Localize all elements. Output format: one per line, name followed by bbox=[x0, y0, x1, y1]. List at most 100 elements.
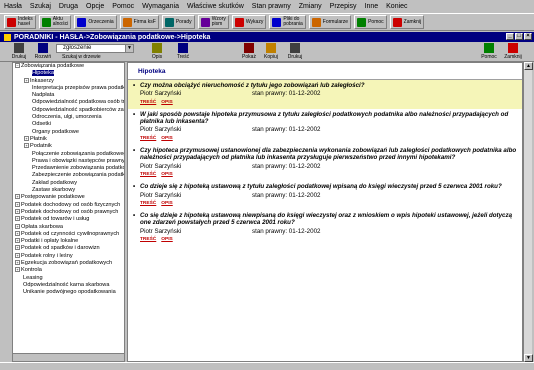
doc-toolbar-button[interactable]: Drukuj bbox=[282, 43, 308, 61]
tree-expander-icon[interactable]: + bbox=[24, 143, 29, 149]
tree-node[interactable]: Interpretacja przepisów prawa podatkoweg… bbox=[13, 85, 124, 92]
opis-link[interactable]: OPIS bbox=[161, 237, 172, 242]
doc-toolbar-button[interactable]: Treść bbox=[170, 43, 196, 61]
menu-item[interactable]: Stan prawny bbox=[252, 3, 291, 10]
scroll-down-arrow[interactable]: ▼ bbox=[524, 354, 533, 362]
tree-node[interactable]: Zakład podatkowy bbox=[13, 180, 124, 187]
tree-node[interactable]: + Podatek dochodowy od osób fizycznych bbox=[13, 202, 124, 209]
tree-expander-icon[interactable]: + bbox=[15, 252, 20, 258]
tree-node[interactable]: + Płatnik bbox=[13, 136, 124, 143]
tree-node[interactable]: Zastaw skarbowy bbox=[13, 187, 124, 194]
opis-link[interactable]: OPIS bbox=[161, 100, 172, 105]
tree-node[interactable]: Organy podatkowe bbox=[13, 129, 124, 136]
tree-expander-icon[interactable]: + bbox=[24, 135, 29, 141]
tree-node[interactable]: + Opłata skarbowa bbox=[13, 224, 124, 231]
tree-node[interactable]: Przedawnienie zobowiązania podatkowego bbox=[13, 165, 124, 172]
menu-item[interactable]: Hasła bbox=[4, 3, 22, 10]
doc-toolbar-button[interactable]: Opis bbox=[144, 43, 170, 61]
toolbar-button[interactable]: Aktu alności bbox=[38, 15, 72, 29]
doc-toolbar-button[interactable]: Rozwiń bbox=[30, 43, 56, 61]
tree-node[interactable]: Zabezpieczenie zobowiązania podatkowego bbox=[13, 172, 124, 179]
tree-search-combo[interactable]: zgłoszenie ▼ bbox=[56, 44, 134, 53]
scroll-up-arrow[interactable]: ▲ bbox=[524, 62, 533, 70]
tree-node[interactable]: Odpowiedzialność karna skarbowa bbox=[13, 282, 124, 289]
tresc-link[interactable]: TREŚĆ bbox=[140, 172, 156, 177]
tresc-link[interactable]: TREŚĆ bbox=[140, 136, 156, 141]
menu-item[interactable]: Koniec bbox=[386, 3, 407, 10]
tree-node[interactable]: + Podatek od spadków i darowizn bbox=[13, 245, 124, 252]
tree-expander-icon[interactable]: + bbox=[15, 216, 20, 222]
tree-horizontal-scrollbar[interactable] bbox=[13, 353, 124, 361]
toolbar-button[interactable]: Pliki do pobrania bbox=[269, 15, 306, 29]
tree-node[interactable]: Hipoteka bbox=[13, 70, 124, 77]
menu-item[interactable]: Inne bbox=[365, 3, 379, 10]
question-text[interactable]: Czy hipoteca przymusowej ustanowionej dl… bbox=[140, 147, 518, 162]
tree-node[interactable]: + Inkaserzy bbox=[13, 78, 124, 85]
close-button[interactable]: × bbox=[524, 33, 532, 40]
doc-toolbar-button[interactable]: Kopiuj bbox=[258, 43, 284, 61]
tree-expander-icon[interactable]: + bbox=[15, 260, 20, 266]
menu-item[interactable]: Druga bbox=[59, 3, 78, 10]
tree-node[interactable]: Odpowiedzialność podatkowa osób trzecich bbox=[13, 99, 124, 106]
topic-tree[interactable]: − Zobowiązania podatkowe Hipoteka + Inkaserz… bbox=[12, 62, 125, 362]
menu-item[interactable]: Pomoc bbox=[112, 3, 134, 10]
toolbar-button[interactable]: Indeks haseł bbox=[4, 15, 36, 29]
tree-node[interactable]: Odroczenia, ulgi, umorzenia bbox=[13, 114, 124, 121]
tree-node[interactable]: Nadpłata bbox=[13, 92, 124, 99]
toolbar-button[interactable]: Zamknij bbox=[389, 15, 425, 29]
opis-link[interactable]: OPIS bbox=[161, 136, 172, 141]
menu-item[interactable]: Zmiany bbox=[299, 3, 322, 10]
tree-expander-icon[interactable]: + bbox=[15, 194, 20, 200]
tresc-link[interactable]: TREŚĆ bbox=[140, 100, 156, 105]
tree-node[interactable]: + Podatnik bbox=[13, 143, 124, 150]
tree-node[interactable]: + Postępowanie podatkowe bbox=[13, 194, 124, 201]
question-text[interactable]: Czy można obciążyć nieruchomość z tytułu… bbox=[140, 82, 518, 89]
tree-node[interactable]: Leasing bbox=[13, 275, 124, 282]
toolbar-button[interactable]: Porady bbox=[161, 15, 195, 29]
maximize-button[interactable]: □ bbox=[515, 33, 523, 40]
minimize-button[interactable]: _ bbox=[506, 33, 514, 40]
tree-expander-icon[interactable]: − bbox=[15, 63, 20, 69]
menu-item[interactable]: Opcje bbox=[86, 3, 104, 10]
opis-link[interactable]: OPIS bbox=[161, 172, 172, 177]
tree-node[interactable]: Unikanie podwójnego opodatkowania bbox=[13, 289, 124, 296]
tree-expander-icon[interactable]: + bbox=[15, 267, 20, 273]
tree-node[interactable]: Odpowiedzialność spadkobierców za zobowi… bbox=[13, 107, 124, 114]
tresc-link[interactable]: TREŚĆ bbox=[140, 201, 156, 206]
toolbar-button[interactable]: Orzeczenia bbox=[74, 15, 117, 29]
tree-expander-icon[interactable]: + bbox=[15, 230, 20, 236]
tree-expander-icon[interactable]: + bbox=[15, 223, 20, 229]
tree-node[interactable]: Prawa i obowiązki następców prawnych bbox=[13, 158, 124, 165]
tree-node[interactable]: + Podatek dochodowy od osób prawnych bbox=[13, 209, 124, 216]
toolbar-button[interactable]: Pomoc bbox=[354, 15, 387, 29]
menu-item[interactable]: Szukaj bbox=[30, 3, 51, 10]
doc-toolbar-button[interactable]: Zamknij bbox=[500, 43, 526, 61]
tree-node[interactable]: Odsetki bbox=[13, 121, 124, 128]
toolbar-button[interactable]: Wykazy bbox=[231, 15, 267, 29]
tree-node[interactable]: + Podatek rolny i leśny bbox=[13, 253, 124, 260]
doc-toolbar-button[interactable]: Drukuj bbox=[6, 43, 32, 61]
opis-link[interactable]: OPIS bbox=[161, 201, 172, 206]
question-text[interactable]: W jaki sposób powstaje hipoteka przymuso… bbox=[140, 111, 518, 126]
tree-expander-icon[interactable]: + bbox=[15, 245, 20, 251]
tree-node[interactable]: − Zobowiązania podatkowe bbox=[13, 63, 124, 70]
tree-node[interactable]: + Kontrola bbox=[13, 267, 124, 274]
tree-node[interactable]: Połączenie zobowiązania podatkowego bbox=[13, 151, 124, 158]
tree-node[interactable]: + Podatek od czynności cywilnoprawnych bbox=[13, 231, 124, 238]
tresc-link[interactable]: TREŚĆ bbox=[140, 237, 156, 242]
content-vertical-scrollbar[interactable]: ▲ ▼ bbox=[523, 62, 533, 362]
menu-item[interactable]: Wymagania bbox=[142, 3, 179, 10]
toolbar-button[interactable]: Firma ksF bbox=[119, 15, 159, 29]
tree-expander-icon[interactable]: + bbox=[15, 208, 20, 214]
tree-node[interactable]: + Egzekucja zobowiązań podatkowych bbox=[13, 260, 124, 267]
question-text[interactable]: Co się dzieje z hipoteką ustawową niewpi… bbox=[140, 212, 518, 227]
doc-toolbar-button[interactable]: Pomoc bbox=[476, 43, 502, 61]
question-text[interactable]: Co dzieje się z hipoteką ustawową z tytu… bbox=[140, 183, 518, 190]
tree-node[interactable]: + Podatek od towarów i usług bbox=[13, 216, 124, 223]
tree-expander-icon[interactable]: + bbox=[24, 77, 29, 83]
menu-item[interactable]: Właściwe skutków bbox=[187, 3, 244, 10]
toolbar-button[interactable]: Wzory pism bbox=[197, 15, 229, 29]
chevron-down-icon[interactable]: ▼ bbox=[125, 45, 133, 52]
menu-item[interactable]: Przepisy bbox=[330, 3, 357, 10]
tree-expander-icon[interactable]: + bbox=[15, 201, 20, 207]
